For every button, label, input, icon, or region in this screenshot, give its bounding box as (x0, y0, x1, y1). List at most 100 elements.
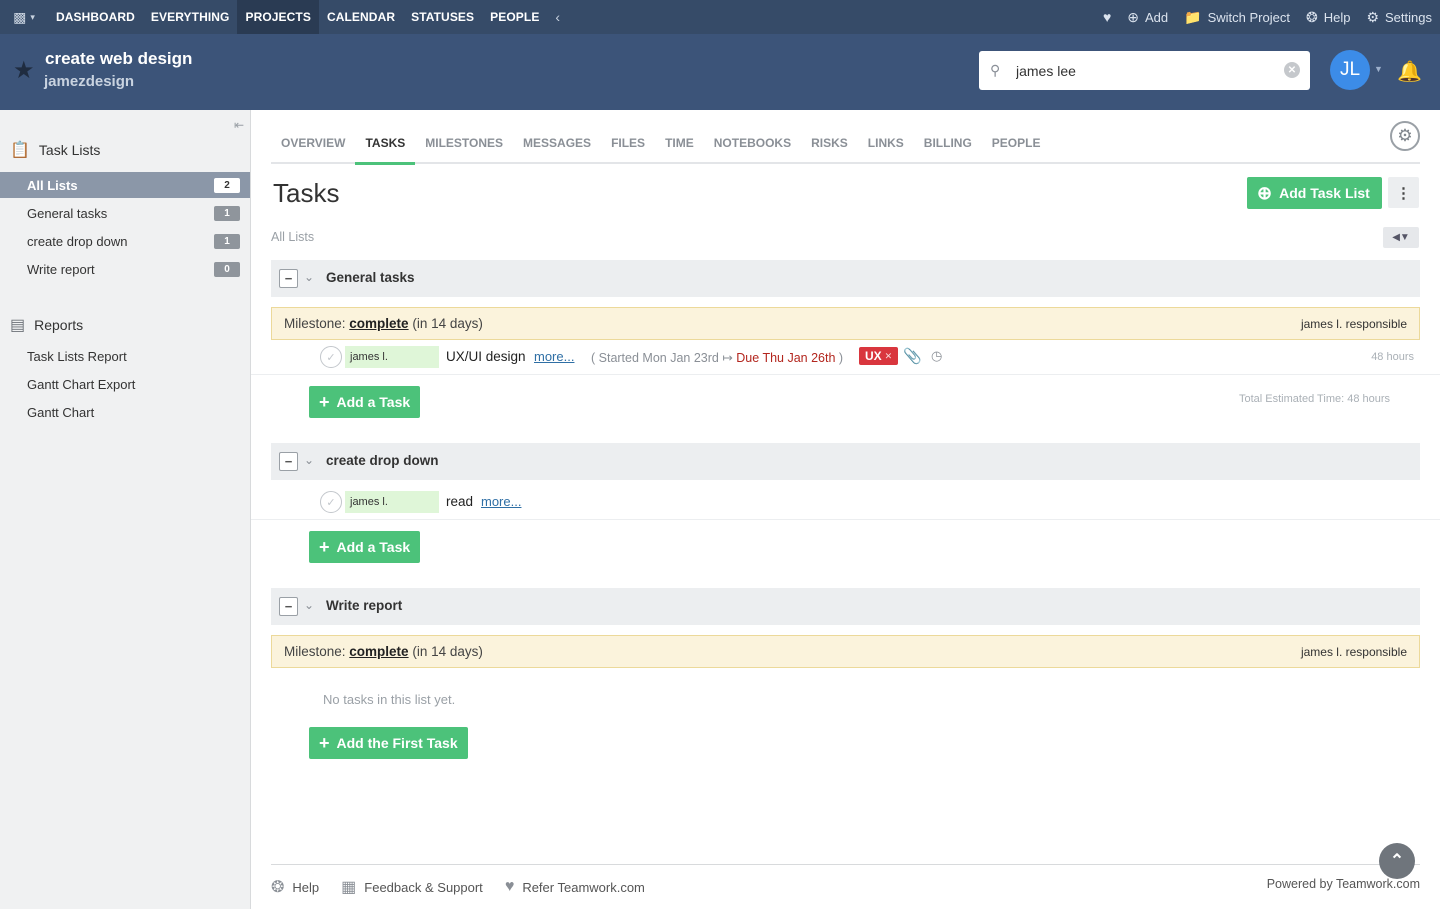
project-header: ★ create web design jamezdesign ⚲ ✕ JL ▼… (0, 34, 1440, 110)
project-title[interactable]: create web design (45, 49, 192, 69)
avatar[interactable]: JL (1330, 50, 1370, 90)
task-list-name[interactable]: General tasks (326, 270, 415, 285)
search-input[interactable] (1016, 61, 1266, 81)
milestone-link[interactable]: complete (349, 316, 408, 331)
more-options-button[interactable]: ⋮ (1388, 177, 1419, 208)
sidebar-item-create-drop-down[interactable]: create drop down 1 (0, 228, 250, 254)
add-button[interactable]: ⊕ Add (1119, 0, 1176, 34)
search-icon: ⚲ (990, 62, 1001, 78)
footer-feedback-label: Feedback & Support (364, 879, 483, 895)
task-due-date: Due Thu Jan 26th (736, 351, 836, 365)
tab-tasks[interactable]: TASKS (355, 123, 416, 165)
tab-people[interactable]: PEOPLE (982, 123, 1051, 163)
help-label: Help (1323, 9, 1351, 25)
project-company[interactable]: jamezdesign (44, 73, 134, 90)
lifebuoy-icon: ❂ (271, 879, 285, 896)
tab-messages[interactable]: MESSAGES (513, 123, 601, 163)
task-assignee[interactable]: james l. (345, 346, 439, 368)
app-logo[interactable]: ▩ ▾ (0, 0, 48, 34)
project-settings-gear-icon[interactable]: ⚙ (1390, 121, 1420, 151)
footer-feedback-link[interactable]: ▦ Feedback & Support (341, 877, 483, 897)
empty-list-message: No tasks in this list yet. (323, 692, 456, 707)
add-task-label: Add a Task (336, 539, 411, 555)
task-list-name[interactable]: create drop down (326, 453, 439, 468)
nav-people[interactable]: PEOPLE (482, 0, 547, 34)
nav-dashboard[interactable]: DASHBOARD (48, 0, 143, 34)
first-aid-kit-icon: ▦ (341, 879, 357, 896)
milestone-responsible: james l. responsible (1300, 645, 1407, 659)
add-task-list-button[interactable]: ⊕ Add Task List (1247, 177, 1382, 209)
remove-tag-icon[interactable]: ✕ (885, 351, 893, 362)
lifebuoy-icon: ❂ (1305, 8, 1318, 25)
chevron-left-icon[interactable]: ‹ (547, 9, 568, 25)
task-list-name[interactable]: Write report (326, 598, 402, 613)
sidebar-heading-task-lists: 📋 Task Lists (10, 140, 100, 160)
switch-project-button[interactable]: 📁 Switch Project (1176, 0, 1298, 34)
collapse-list-button[interactable]: − (279, 597, 298, 616)
plus-icon: + (319, 536, 330, 557)
sidebar-item-write-report[interactable]: Write report 0 (0, 256, 250, 282)
sidebar-item-gantt-chart-export[interactable]: Gantt Chart Export (0, 371, 250, 397)
task-list-header-general-tasks: − ⌄ General tasks (271, 260, 1420, 297)
collapse-list-button[interactable]: − (279, 269, 298, 288)
settings-button[interactable]: ⚙ Settings (1358, 0, 1440, 34)
task-name[interactable]: read (446, 494, 473, 509)
task-assignee[interactable]: james l. (345, 491, 439, 513)
filter-icon[interactable]: ◀▼ (1383, 227, 1419, 248)
add-first-task-label: Add the First Task (336, 735, 458, 751)
add-first-task-button[interactable]: + Add the First Task (309, 727, 468, 759)
sidebar-item-label: General tasks (27, 205, 108, 221)
sidebar-item-label: create drop down (27, 233, 128, 249)
count-badge: 1 (214, 206, 240, 221)
collapse-list-button[interactable]: − (279, 452, 298, 471)
bell-icon[interactable]: 🔔 (1397, 59, 1422, 84)
nav-projects[interactable]: PROJECTS (237, 0, 319, 34)
count-badge: 0 (214, 262, 240, 277)
task-more-link[interactable]: more... (534, 349, 574, 364)
help-button[interactable]: ❂ Help (1298, 0, 1358, 34)
nav-calendar[interactable]: CALENDAR (319, 0, 403, 34)
tab-links[interactable]: LINKS (858, 123, 914, 163)
powered-by[interactable]: Powered by Teamwork.com (1267, 877, 1420, 891)
clear-search-icon[interactable]: ✕ (1284, 62, 1300, 78)
task-complete-checkbox[interactable]: ✓ (320, 346, 342, 368)
tab-milestones[interactable]: MILESTONES (415, 123, 513, 163)
chevron-down-icon[interactable]: ⌄ (304, 453, 314, 467)
tab-time[interactable]: TIME (655, 123, 704, 163)
tab-notebooks[interactable]: NOTEBOOKS (704, 123, 801, 163)
sidebar-item-all-lists[interactable]: All Lists 2 (0, 172, 250, 198)
tab-billing[interactable]: BILLING (914, 123, 982, 163)
tab-risks[interactable]: RISKS (801, 123, 858, 163)
sidebar-item-general-tasks[interactable]: General tasks 1 (0, 200, 250, 226)
milestone-suffix: (in 14 days) (412, 644, 483, 659)
chevron-down-icon[interactable]: ⌄ (304, 270, 314, 284)
milestone-link[interactable]: complete (349, 644, 408, 659)
chevron-down-icon[interactable]: ⌄ (304, 598, 314, 612)
task-list-header-create-drop-down: − ⌄ create drop down (271, 443, 1420, 480)
paperclip-icon[interactable]: 📎 (903, 347, 922, 365)
collapse-sidebar-icon[interactable]: ⇤ (234, 118, 244, 132)
plus-circle-icon: ⊕ (1127, 8, 1140, 25)
task-name[interactable]: UX/UI design (446, 349, 526, 364)
tab-files[interactable]: FILES (601, 123, 655, 163)
nav-statuses[interactable]: STATUSES (403, 0, 482, 34)
tab-overview[interactable]: OVERVIEW (271, 123, 355, 163)
sidebar-item-task-lists-report[interactable]: Task Lists Report (0, 343, 250, 369)
clipboard-icon: 📋 (10, 142, 30, 159)
sidebar-item-gantt-chart[interactable]: Gantt Chart (0, 399, 250, 425)
task-tag[interactable]: UX ✕ (859, 347, 899, 365)
add-task-button[interactable]: + Add a Task (309, 531, 421, 563)
milestone-text: Milestone: complete (in 14 days) (284, 644, 483, 659)
nav-everything[interactable]: EVERYTHING (143, 0, 238, 34)
add-task-label: Add a Task (336, 394, 411, 410)
task-more-link[interactable]: more... (481, 494, 521, 509)
task-complete-checkbox[interactable]: ✓ (320, 491, 342, 513)
scroll-to-top-button[interactable]: ⌃ (1379, 843, 1415, 879)
favorites-button[interactable]: ♥ (1095, 0, 1119, 34)
clock-icon[interactable]: ◷ (931, 348, 942, 364)
star-icon[interactable]: ★ (13, 56, 35, 85)
chevron-down-icon[interactable]: ▼ (1374, 64, 1383, 74)
add-task-button[interactable]: + Add a Task (309, 386, 421, 418)
footer-help-link[interactable]: ❂ Help (271, 877, 319, 897)
footer-refer-link[interactable]: ♥ Refer Teamwork.com (505, 878, 645, 896)
